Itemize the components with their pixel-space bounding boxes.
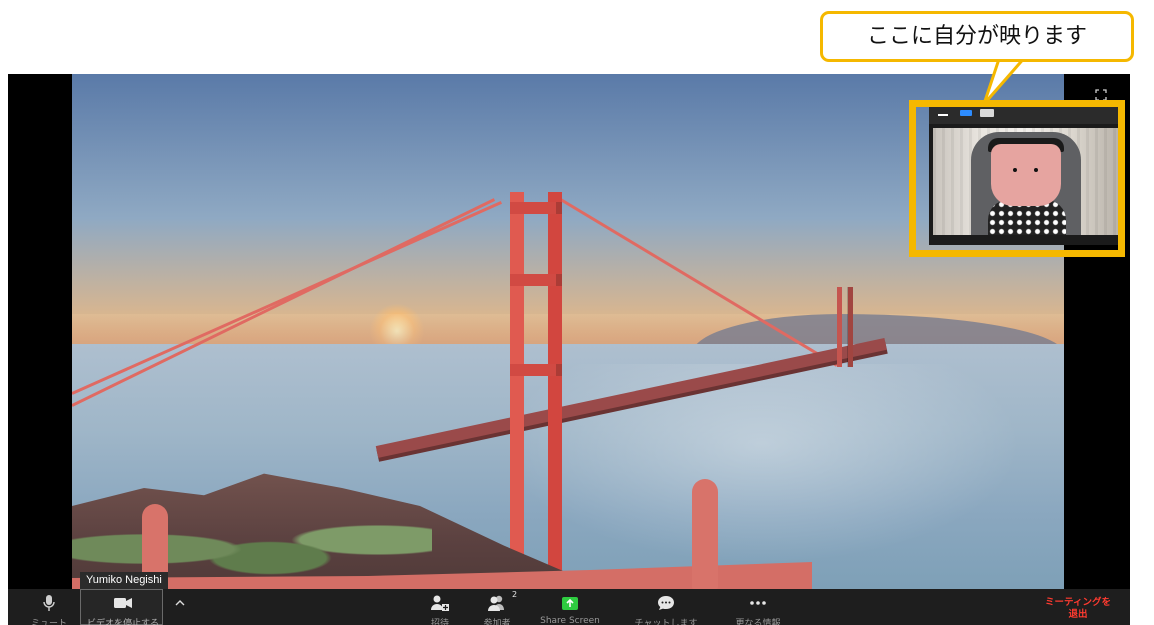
participants-label: 参加者 <box>483 619 511 625</box>
invite-button[interactable]: 招待 <box>418 589 462 625</box>
self-view-highlight-frame <box>909 100 1125 257</box>
more-options-label: 更なる情報 <box>735 619 781 625</box>
share-screen-label: Share Screen <box>540 616 600 625</box>
callout-box: ここに自分が映ります <box>820 11 1134 62</box>
share-screen-icon <box>562 597 578 610</box>
invite-label: 招待 <box>430 619 450 625</box>
share-screen-button[interactable]: Share Screen <box>533 589 607 625</box>
leave-meeting-label-line1: ミーティングを <box>1045 597 1111 608</box>
stop-video-label: ビデオを停止する <box>86 619 160 625</box>
callout-tail <box>982 56 1028 106</box>
video-camera-icon <box>114 598 132 608</box>
participant-name-tag: Yumiko Negishi <box>80 572 168 589</box>
stop-video-button[interactable]: ビデオを停止する <box>86 589 160 625</box>
bridge-tower-crossbar <box>510 364 562 376</box>
bridge-tower-near <box>510 192 562 589</box>
mute-button[interactable]: ミュート <box>24 589 74 625</box>
bridge-tower-crossbar <box>510 202 562 214</box>
video-options-caret-icon[interactable] <box>175 598 185 608</box>
leave-meeting-button[interactable]: ミーティングを 退出 <box>1042 597 1114 623</box>
callout-text: ここに自分が映ります <box>866 24 1087 49</box>
more-options-button[interactable]: 更なる情報 <box>726 589 790 625</box>
bridge-tower-crossbar <box>510 274 562 286</box>
chat-button[interactable]: チャットします <box>626 589 706 625</box>
video-water-sheen <box>502 364 1022 564</box>
video-railing-post <box>692 479 718 589</box>
chat-bubble-icon <box>658 596 674 610</box>
bridge-tower-far <box>837 287 853 367</box>
participants-count-badge: 2 <box>512 590 518 599</box>
more-dots-icon <box>750 601 766 605</box>
participants-button[interactable]: 2 参加者 <box>471 589 523 625</box>
microphone-icon <box>43 595 55 611</box>
participants-icon <box>488 595 504 611</box>
chat-label: チャットします <box>634 619 698 625</box>
invite-user-icon <box>431 595 449 611</box>
leave-meeting-label-line2: 退出 <box>1068 609 1088 620</box>
mute-label: ミュート <box>30 619 68 625</box>
meeting-toolbar: ミュート ビデオを停止する 招待 2 参加者 Share Screen チャット… <box>8 589 1130 625</box>
